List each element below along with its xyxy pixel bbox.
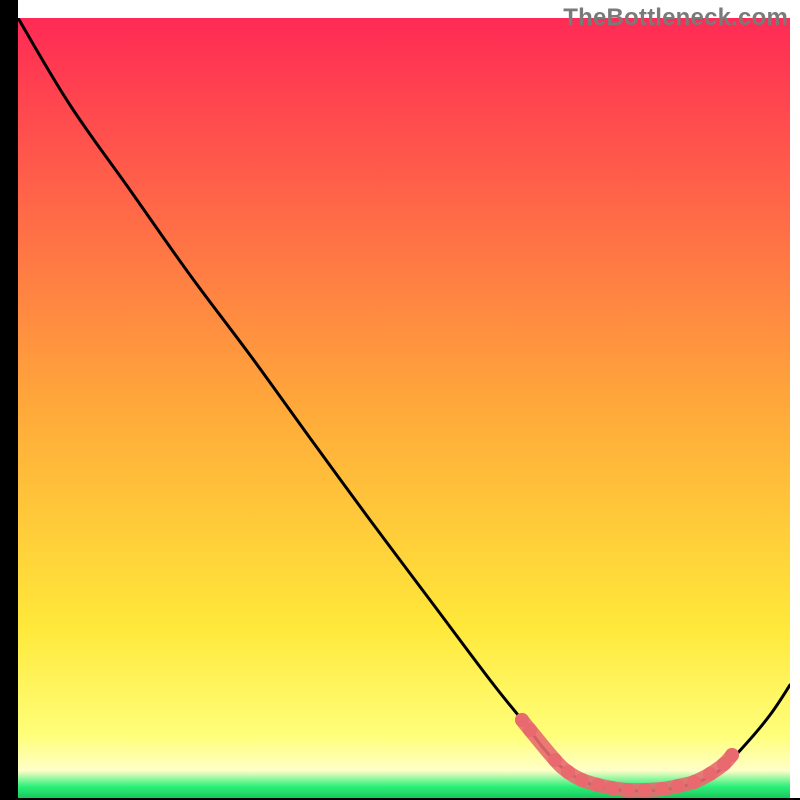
gradient-background [18,18,790,798]
chart-canvas: TheBottleneck.com [0,0,800,800]
watermark: TheBottleneck.com [563,4,788,32]
bottleneck-plot [0,0,800,800]
